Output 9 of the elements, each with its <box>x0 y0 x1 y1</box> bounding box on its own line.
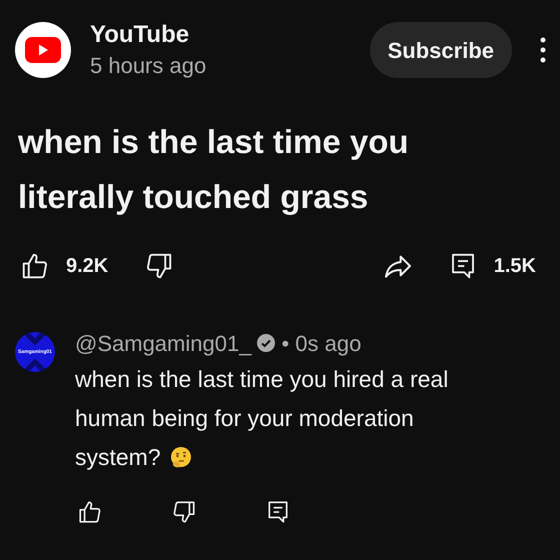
channel-name[interactable]: YouTube <box>90 20 206 50</box>
comment-time: • 0s ago <box>281 330 362 358</box>
comment-text: system? <box>75 443 161 472</box>
comment-count: 1.5K <box>494 254 536 279</box>
subscribe-button[interactable]: Subscribe <box>370 22 512 78</box>
commenter-name[interactable]: @Samgaming01_ <box>75 326 252 360</box>
post-time: 5 hours ago <box>90 52 206 80</box>
post-text: when is the last time you literally touched grass <box>18 122 410 217</box>
like-count: 9.2K <box>66 254 108 279</box>
